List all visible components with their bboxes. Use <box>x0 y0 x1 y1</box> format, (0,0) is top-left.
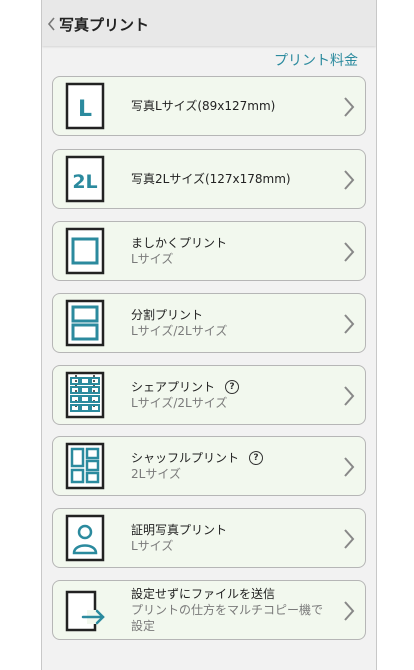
id-photo-icon <box>65 514 105 562</box>
item-sublabel: Lサイズ <box>131 539 174 553</box>
item-sublabel: Lサイズ/2Lサイズ <box>131 324 228 338</box>
item-sublabel: Lサイズ <box>131 252 174 266</box>
chevron-right-icon <box>344 170 355 190</box>
item-label: 分割プリント <box>131 308 204 322</box>
item-label-row: シェアプリント ? <box>131 379 329 395</box>
menu-item-2l-size[interactable]: 2L 写真2Lサイズ(127x178mm) <box>52 149 366 209</box>
item-sublabel: Lサイズ/2Lサイズ <box>131 396 228 410</box>
item-label: 写真Lサイズ(89x127mm) <box>131 99 276 113</box>
item-label: 写真2Lサイズ(127x178mm) <box>131 172 291 186</box>
share-print-icon <box>65 371 105 419</box>
help-icon[interactable]: ? <box>249 451 264 465</box>
menu-item-share-print[interactable]: シェアプリント ? Lサイズ/2Lサイズ <box>52 365 366 425</box>
item-sublabel: 2Lサイズ <box>131 467 181 481</box>
shuffle-print-icon <box>65 442 105 490</box>
chevron-left-icon[interactable] <box>45 14 59 34</box>
menu-item-shuffle-print[interactable]: シャッフルプリント ? 2Lサイズ <box>52 436 366 496</box>
l-size-icon: L <box>65 82 105 130</box>
item-label: シェアプリント <box>131 380 216 394</box>
item-label: 設定せずにファイルを送信 <box>131 587 276 601</box>
item-label-row: シャッフルプリント ? <box>131 450 329 466</box>
menu-item-send-file[interactable]: 設定せずにファイルを送信 プリントの仕方をマルチコピー機で設定 <box>52 580 366 640</box>
chevron-right-icon <box>344 457 355 477</box>
menu-item-l-size[interactable]: L 写真Lサイズ(89x127mm) <box>52 76 366 136</box>
svg-text:L: L <box>78 97 92 122</box>
chevron-right-icon <box>344 242 355 262</box>
square-print-icon <box>65 227 105 275</box>
menu-item-split-print[interactable]: 分割プリント Lサイズ/2Lサイズ <box>52 293 366 353</box>
send-file-icon <box>65 590 105 632</box>
item-sublabel: プリントの仕方をマルチコピー機で設定 <box>131 603 324 633</box>
menu-item-square-print[interactable]: ましかくプリント Lサイズ <box>52 221 366 281</box>
app-screen: 写真プリント プリント料金 L 写真Lサイズ(89x127mm) 2L 写真2L… <box>41 0 377 670</box>
item-label: シャッフルプリント <box>131 451 240 465</box>
item-label: 証明写真プリント <box>131 523 228 537</box>
chevron-right-icon <box>344 601 355 621</box>
chevron-right-icon <box>344 314 355 334</box>
chevron-right-icon <box>344 97 355 117</box>
menu-item-id-photo[interactable]: 証明写真プリント Lサイズ <box>52 508 366 568</box>
chevron-right-icon <box>344 386 355 406</box>
chevron-right-icon <box>344 529 355 549</box>
2l-size-icon: 2L <box>65 155 105 203</box>
print-price-link[interactable]: プリント料金 <box>274 50 358 70</box>
item-label: ましかくプリント <box>131 236 228 250</box>
help-icon[interactable]: ? <box>225 380 240 394</box>
split-print-icon <box>65 299 105 347</box>
header-bar: 写真プリント <box>42 0 376 46</box>
page-title: 写真プリント <box>59 16 150 34</box>
svg-text:2L: 2L <box>72 171 97 193</box>
